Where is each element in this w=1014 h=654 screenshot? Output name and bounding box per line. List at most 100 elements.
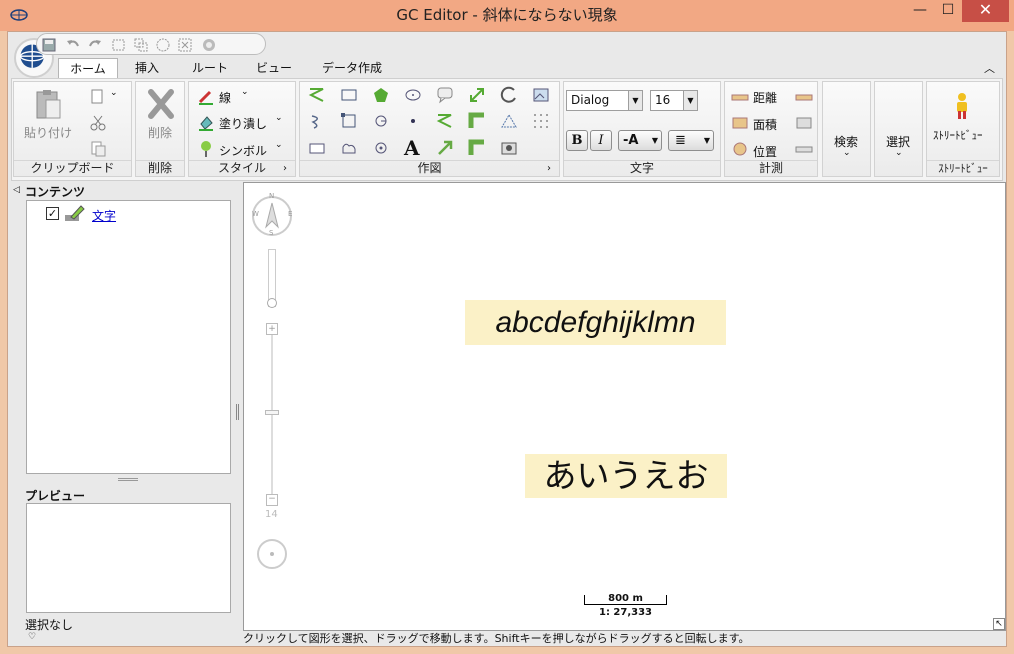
- ellipse-icon[interactable]: [404, 86, 422, 104]
- pan-handle[interactable]: [267, 298, 277, 308]
- area-option-icon[interactable]: [795, 114, 813, 132]
- polygon-icon[interactable]: [372, 86, 390, 104]
- group-label-drawing: 作図: [300, 160, 559, 176]
- layer-checkbox[interactable]: ✓: [46, 207, 59, 220]
- image-icon[interactable]: [532, 86, 550, 104]
- rectangle-icon[interactable]: [340, 86, 358, 104]
- circle-edit-icon[interactable]: [372, 112, 390, 130]
- tab-data-creation[interactable]: データ作成: [312, 58, 392, 78]
- preview-expand-icon[interactable]: ♡: [28, 632, 36, 642]
- record-icon[interactable]: [201, 37, 217, 53]
- style-expand-icon[interactable]: ›: [283, 163, 287, 174]
- compass-w: W: [252, 210, 259, 218]
- symbol-style-button[interactable]: シンボル: [219, 142, 267, 159]
- map-text-kana[interactable]: あいうえお: [525, 454, 727, 498]
- chevron-down-icon[interactable]: ▼: [704, 131, 710, 150]
- text-align-button[interactable]: ≣ ▼: [668, 130, 714, 151]
- copy-icon[interactable]: [89, 88, 107, 106]
- minimize-button[interactable]: —: [906, 0, 934, 22]
- fill-dropdown-icon[interactable]: ⌄: [275, 113, 283, 123]
- arrow-up-right-icon[interactable]: [436, 139, 454, 157]
- collapse-ribbon-icon[interactable]: ︿: [984, 60, 995, 76]
- line-dropdown-icon[interactable]: ⌄: [241, 87, 249, 97]
- italic-button[interactable]: I: [590, 130, 612, 151]
- polyline-icon[interactable]: [308, 86, 326, 104]
- corner-icon[interactable]: [468, 112, 486, 130]
- multi-select-icon[interactable]: [133, 37, 149, 53]
- position-button[interactable]: 位置: [753, 143, 777, 160]
- contents-tree[interactable]: ✓ 文字: [26, 200, 231, 474]
- line-style-button[interactable]: 線: [219, 89, 231, 106]
- group-label-text: 文字: [564, 160, 720, 176]
- outline-button[interactable]: -A ▼: [618, 130, 662, 151]
- area-button[interactable]: 面積: [753, 116, 777, 133]
- circle-select-icon[interactable]: [155, 37, 171, 53]
- symbol-dropdown-icon[interactable]: ⌄: [275, 140, 283, 150]
- point-icon[interactable]: [404, 112, 422, 130]
- callout-icon[interactable]: [436, 86, 454, 104]
- copy-format-icon[interactable]: [89, 140, 107, 158]
- text-tool-icon[interactable]: A: [404, 136, 420, 160]
- sidebar-splitter[interactable]: [236, 404, 239, 420]
- save-icon[interactable]: [41, 37, 57, 53]
- tab-home[interactable]: ホーム: [58, 58, 118, 78]
- photo-icon[interactable]: [500, 139, 518, 157]
- chevron-down-icon[interactable]: ▼: [652, 131, 658, 150]
- zoom-in-button[interactable]: +: [266, 323, 278, 335]
- copy-dropdown-icon[interactable]: ⌄: [110, 88, 118, 98]
- tab-view[interactable]: ビュー: [244, 58, 304, 78]
- pegman-icon[interactable]: [953, 92, 971, 120]
- close-button[interactable]: ✕: [962, 0, 1009, 22]
- zoom-track[interactable]: [271, 335, 273, 495]
- box-icon[interactable]: [308, 139, 326, 157]
- chevron-down-icon[interactable]: ▼: [628, 91, 642, 110]
- maximize-button[interactable]: ☐: [934, 0, 962, 22]
- target-icon[interactable]: [372, 139, 390, 157]
- paste-icon[interactable]: [32, 88, 66, 122]
- sidebar-collapse-icon[interactable]: ◁: [13, 185, 20, 195]
- font-size-select[interactable]: 16 ▼: [650, 90, 698, 111]
- arc-icon[interactable]: [500, 86, 518, 104]
- undo-icon[interactable]: [65, 37, 81, 53]
- resize-corner-icon[interactable]: ↖: [993, 618, 1005, 630]
- layer-name-link[interactable]: 文字: [92, 207, 116, 224]
- bold-button[interactable]: B: [566, 130, 588, 151]
- delete-x-icon[interactable]: [146, 88, 176, 120]
- search-dropdown-icon[interactable]: ⌄: [843, 148, 851, 158]
- position-option-icon[interactable]: [795, 140, 813, 158]
- ribbon: 貼り付け ⌄ クリップボード 削除 削除 線 ⌄ 塗り潰し ⌄ シンボル ⌄ ス…: [11, 78, 1003, 181]
- map-canvas[interactable]: N S E W + − 14 abcdefghijklmn あいうえお 800 …: [243, 182, 1006, 631]
- rect-select-icon[interactable]: [111, 37, 127, 53]
- select-dropdown-icon[interactable]: ⌄: [895, 148, 903, 158]
- my-location-button[interactable]: [257, 539, 287, 569]
- corner-2-icon[interactable]: [468, 139, 486, 157]
- delete-button-label[interactable]: 削除: [148, 124, 172, 141]
- paste-label[interactable]: 貼り付け: [24, 124, 72, 141]
- zoom-out-button[interactable]: −: [266, 494, 278, 506]
- tab-route[interactable]: ルート: [180, 58, 240, 78]
- scale-ratio: 1: 27,333: [598, 607, 653, 618]
- streetview-button[interactable]: ｽﾄﾘｰﾄﾋﾞｭｰ: [933, 127, 983, 143]
- distance-button[interactable]: 距離: [753, 89, 777, 106]
- drawing-expand-icon[interactable]: ›: [547, 163, 551, 174]
- compass[interactable]: N S E W: [252, 192, 292, 237]
- tab-insert[interactable]: 挿入: [122, 58, 172, 78]
- map-text-latin[interactable]: abcdefghijklmn: [465, 300, 726, 345]
- zigzag-icon[interactable]: [436, 112, 454, 130]
- chevron-down-icon[interactable]: ▼: [683, 91, 697, 110]
- redo-icon[interactable]: [87, 37, 103, 53]
- grid-dots-icon[interactable]: [532, 112, 550, 130]
- position-icon: [733, 142, 747, 156]
- deselect-icon[interactable]: [177, 37, 193, 53]
- rect-edit-icon[interactable]: [340, 112, 358, 130]
- triangle-icon[interactable]: [500, 112, 518, 130]
- arrow-diagonal-icon[interactable]: [468, 86, 486, 104]
- splitter-handle[interactable]: [118, 478, 138, 481]
- zoom-handle[interactable]: [265, 410, 279, 415]
- cloud-shape-icon[interactable]: [340, 139, 358, 157]
- font-family-select[interactable]: Dialog ▼: [566, 90, 643, 111]
- cut-icon[interactable]: [89, 114, 107, 132]
- freehand-icon[interactable]: [308, 112, 326, 130]
- fill-style-button[interactable]: 塗り潰し: [219, 115, 267, 132]
- distance-option-icon[interactable]: [795, 88, 813, 106]
